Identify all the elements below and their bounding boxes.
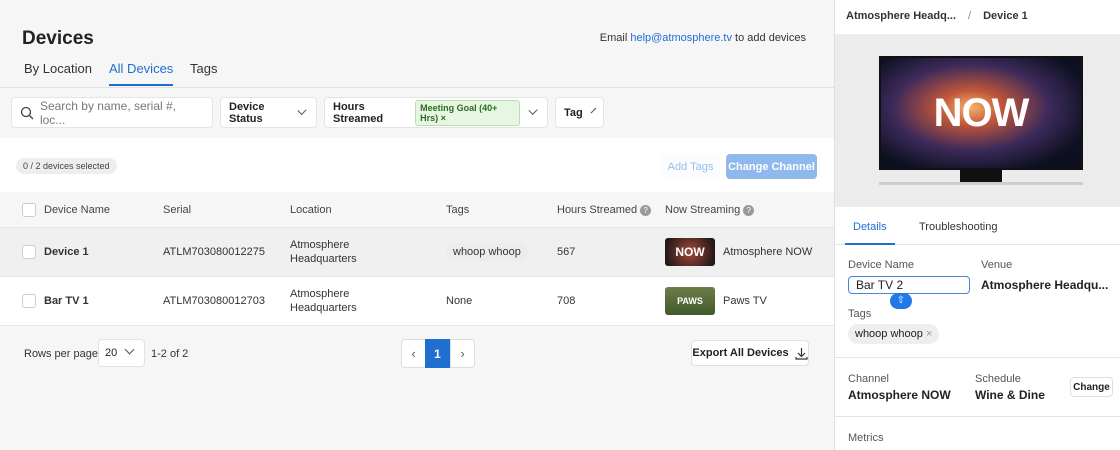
tab-all-devices[interactable]: All Devices — [109, 61, 174, 86]
remove-tag-icon[interactable]: × — [926, 328, 932, 340]
table-header: Device Name Serial Location Tags Hours S… — [0, 192, 834, 228]
table-row[interactable]: Bar TV 1 ATLM703080012703 Atmosphere Head… — [0, 277, 834, 326]
channel-thumbnail: PAWS — [665, 287, 715, 315]
email-note: Email help@atmosphere.tv to add devices — [599, 32, 806, 44]
prev-page-button[interactable]: ‹ — [401, 339, 426, 368]
channel-thumbnail: NOW — [665, 238, 715, 266]
next-page-button[interactable]: › — [450, 339, 475, 368]
device-detail-panel: Atmosphere Headq... / Device 1 NOW Details… — [834, 0, 1120, 450]
hours-streamed-filter[interactable]: Hours Streamed Meeting Goal (40+ Hrs) × — [324, 97, 548, 128]
chevron-down-icon — [528, 105, 538, 116]
email-link[interactable]: help@atmosphere.tv — [630, 32, 732, 44]
chevron-down-icon — [590, 107, 597, 114]
breadcrumb: Atmosphere Headq... / Device 1 — [846, 10, 1028, 22]
page-1-button[interactable]: 1 — [425, 339, 450, 368]
table-row[interactable]: Device 1 ATLM703080012275 Atmosphere Head… — [0, 228, 834, 277]
page-title: Devices — [22, 28, 94, 49]
help-icon[interactable]: ? — [743, 204, 755, 216]
filter-chip[interactable]: Meeting Goal (40+ Hrs) × — [415, 99, 520, 126]
add-tags-button[interactable]: Add Tags — [661, 154, 720, 179]
main-area: Devices Email help@atmosphere.tv to add … — [0, 0, 834, 450]
tv-screen: NOW — [879, 56, 1083, 170]
select-all-checkbox[interactable] — [22, 202, 36, 217]
tab-by-location[interactable]: By Location — [24, 61, 92, 84]
row-checkbox[interactable] — [22, 294, 36, 308]
panel-tabs: Details Troubleshooting — [835, 207, 1120, 245]
search-input[interactable]: Search by name, serial #, loc... — [11, 97, 213, 128]
device-preview: NOW — [835, 34, 1120, 207]
chevron-down-icon — [124, 344, 135, 355]
search-icon — [20, 106, 34, 119]
change-channel-button[interactable]: Change Channel — [726, 154, 817, 179]
selection-bar: 0 / 2 devices selected Add Tags Change C… — [0, 138, 834, 192]
shift-icon: ⇧ — [890, 293, 912, 309]
tab-details[interactable]: Details — [845, 221, 895, 245]
change-schedule-button[interactable]: Change — [1070, 377, 1113, 397]
export-button[interactable]: Export All Devices — [691, 340, 809, 366]
tab-tags[interactable]: Tags — [190, 61, 217, 84]
tabs: By Location All Devices Tags — [0, 58, 834, 88]
tag-filter[interactable]: Tag — [555, 97, 604, 128]
download-icon — [794, 347, 808, 360]
selection-count: 0 / 2 devices selected — [16, 158, 117, 174]
tag-chip: whoop whoop — [446, 243, 528, 261]
row-checkbox[interactable] — [22, 245, 36, 259]
pagination: Rows per page 20 1-2 of 2 ‹ 1 › Export A… — [0, 326, 834, 381]
tag-chip[interactable]: whoop whoop × — [848, 324, 940, 344]
help-icon[interactable]: ? — [640, 204, 652, 216]
chevron-down-icon — [297, 105, 307, 116]
rows-per-page-select[interactable]: 20 — [98, 339, 145, 367]
device-name-input[interactable]: Bar TV 2 — [848, 276, 970, 294]
device-status-filter[interactable]: Device Status — [220, 97, 317, 128]
tab-troubleshooting[interactable]: Troubleshooting — [919, 221, 997, 233]
